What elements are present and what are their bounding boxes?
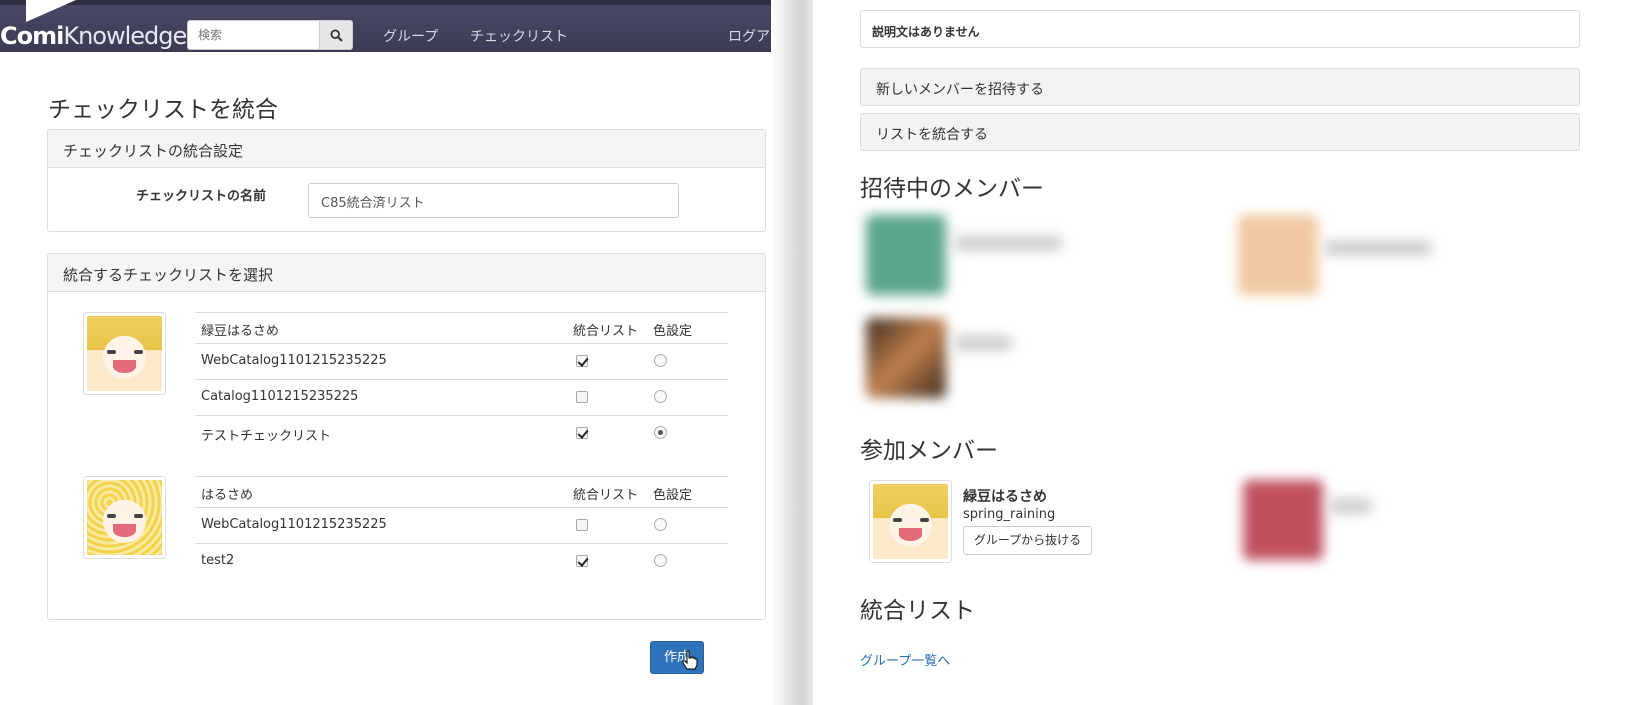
blurred-name xyxy=(953,335,1013,351)
checklist-name-label: チェックリストの名前 xyxy=(136,189,267,204)
logo-wedge xyxy=(26,0,76,22)
merge-checkbox[interactable] xyxy=(576,355,588,367)
merge-settings-panel: チェックリストの統合設定 チェックリストの名前 C85統合済リスト xyxy=(47,129,766,232)
avatar-eye xyxy=(919,517,929,522)
table-row: Catalog1101215235225 xyxy=(195,379,728,415)
blurred-avatar xyxy=(1238,215,1318,295)
avatar-image xyxy=(873,484,948,559)
checklist-title: WebCatalog1101215235225 xyxy=(201,517,387,532)
avatar-eye xyxy=(133,349,143,354)
checklist-name-input[interactable]: C85統合済リスト xyxy=(308,183,679,218)
checklist-title: test2 xyxy=(201,553,235,568)
left-screen: ComiKnowledge グループ チェックリスト ログアウト チェックリスト… xyxy=(0,0,812,705)
color-radio[interactable] xyxy=(654,518,667,531)
right-screen: 説明文はありません 新しいメンバーを招待する リストを統合する 招待中のメンバー… xyxy=(813,0,1626,705)
avatar-eye xyxy=(133,513,143,518)
owner-name: 緑豆はるさめ xyxy=(201,324,280,339)
navbar: ComiKnowledge グループ チェックリスト ログアウト xyxy=(0,0,812,52)
merge-checkbox[interactable] xyxy=(576,519,588,531)
invite-member-button[interactable]: 新しいメンバーを招待する xyxy=(860,68,1580,106)
checklist-table: はるさめ 統合リスト 色設定 WebCatalog1101215235225 t… xyxy=(195,476,728,579)
app-logo[interactable]: ComiKnowledge xyxy=(0,22,187,50)
logo-light-text: Knowledge xyxy=(63,22,187,50)
column-color-header: 色設定 xyxy=(653,488,693,503)
table-row: test2 xyxy=(195,543,728,579)
search-button[interactable] xyxy=(319,20,353,50)
table-row: WebCatalog1101215235225 xyxy=(195,343,728,379)
owner-name: はるさめ xyxy=(201,488,254,503)
select-checklists-heading: 統合するチェックリストを選択 xyxy=(48,254,765,292)
avatar-mouth xyxy=(899,527,922,541)
color-radio[interactable] xyxy=(654,390,667,403)
merge-checkbox[interactable] xyxy=(576,391,588,403)
select-checklists-panel: 統合するチェックリストを選択 緑豆はるさめ 統合リスト 色設定 WebCatal… xyxy=(47,253,766,620)
member-id: spring_raining xyxy=(963,507,1056,522)
search-icon xyxy=(330,29,343,42)
blurred-avatar xyxy=(866,215,946,295)
screen-divider xyxy=(771,0,813,705)
leave-group-button[interactable]: グループから抜ける xyxy=(963,526,1092,555)
merge-checkbox[interactable] xyxy=(576,555,588,567)
invited-members-heading: 招待中のメンバー xyxy=(860,176,1044,202)
avatar-mouth xyxy=(113,523,136,537)
search-input[interactable] xyxy=(187,20,319,50)
table-header-row: はるさめ 統合リスト 色設定 xyxy=(195,476,728,507)
members-heading: 参加メンバー xyxy=(860,438,998,464)
checklist-title: テストチェックリスト xyxy=(201,429,332,444)
column-color-header: 色設定 xyxy=(653,324,693,339)
merge-checkbox[interactable] xyxy=(576,427,588,439)
hand-cursor-icon xyxy=(682,650,698,670)
nav-link-groups[interactable]: グループ xyxy=(383,26,438,46)
color-radio[interactable] xyxy=(654,426,667,439)
avatar-eye xyxy=(892,517,902,522)
avatar-mouth xyxy=(113,359,136,373)
avatar-image xyxy=(87,480,162,555)
group-list-link[interactable]: グループ一覧へ xyxy=(860,650,950,669)
merge-lists-button[interactable]: リストを統合する xyxy=(860,113,1580,151)
navbar-top-trim xyxy=(0,0,812,5)
color-radio[interactable] xyxy=(654,354,667,367)
avatar-eye xyxy=(106,349,116,354)
color-radio[interactable] xyxy=(654,554,667,567)
merge-settings-heading: チェックリストの統合設定 xyxy=(48,130,765,168)
blurred-name xyxy=(953,235,1063,251)
blurred-name xyxy=(1328,498,1373,514)
checklist-title: WebCatalog1101215235225 xyxy=(201,353,387,368)
group-description: 説明文はありません xyxy=(860,10,1580,48)
checklist-title: Catalog1101215235225 xyxy=(201,389,359,404)
column-merge-header: 統合リスト xyxy=(573,324,639,339)
column-merge-header: 統合リスト xyxy=(573,488,639,503)
blurred-avatar xyxy=(866,318,946,398)
blurred-avatar xyxy=(1243,480,1323,560)
avatar-eye xyxy=(106,513,116,518)
table-row: WebCatalog1101215235225 xyxy=(195,507,728,543)
nav-link-checklists[interactable]: チェックリスト xyxy=(470,26,568,46)
table-row: テストチェックリスト xyxy=(195,415,728,451)
avatar xyxy=(869,480,952,563)
member-name: 緑豆はるさめ xyxy=(963,489,1047,505)
page-title: チェックリストを統合 xyxy=(48,97,278,123)
blurred-name xyxy=(1323,240,1433,256)
avatar-image xyxy=(87,316,162,391)
table-header-row: 緑豆はるさめ 統合リスト 色設定 xyxy=(195,312,728,343)
avatar xyxy=(83,476,166,559)
avatar xyxy=(83,312,166,395)
merged-lists-heading: 統合リスト xyxy=(860,598,975,624)
checklist-table: 緑豆はるさめ 統合リスト 色設定 WebCatalog1101215235225… xyxy=(195,312,728,451)
logo-bold-text: Comi xyxy=(0,22,64,50)
